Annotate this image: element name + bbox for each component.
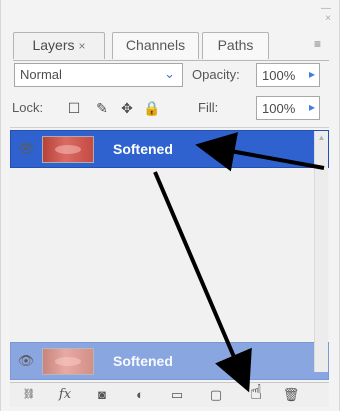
lock-fill-row: Lock: ☐ ✎ ✥ 🔒 Fill: 100% ▸ [10, 96, 329, 122]
layer-row-selected[interactable]: 👁 Softened [10, 130, 329, 168]
adjustment-layer-icon[interactable]: ◐ [131, 386, 149, 404]
blend-opacity-row: Normal ⌄ Opacity: 100% ▸ [10, 63, 329, 89]
panel-tabs: Layers × Channels Paths ≡ [13, 32, 329, 61]
tab-channels[interactable]: Channels [112, 32, 199, 59]
vertical-scrollbar[interactable]: ▲ [314, 131, 328, 372]
opacity-value: 100% [262, 68, 296, 83]
opacity-field[interactable]: 100% ▸ [256, 63, 320, 87]
link-layers-icon[interactable]: ⛓ [20, 386, 38, 404]
fill-stepper-icon[interactable]: ▸ [309, 100, 315, 114]
lock-position-icon[interactable]: ✥ [118, 99, 136, 117]
visibility-eye-icon: 👁 [17, 353, 35, 368]
close-icon[interactable]: × [305, 14, 331, 24]
layers-panel: — × Layers × Channels Paths ≡ Normal ⌄ Op… [0, 0, 340, 411]
fill-field[interactable]: 100% ▸ [256, 96, 320, 120]
folder-icon[interactable]: ▭ [168, 386, 186, 404]
blend-mode-select[interactable]: Normal ⌄ [14, 63, 183, 87]
hand-cursor-icon: ☝ [249, 381, 263, 404]
lock-icons: ☐ ✎ ✥ 🔒 [65, 97, 189, 119]
fill-label: Fill: [198, 100, 219, 115]
divider [10, 127, 329, 128]
tab-layers-label: Layers [32, 37, 75, 53]
chevron-down-icon[interactable]: ⌄ [164, 66, 175, 82]
layer-thumbnail [42, 136, 94, 163]
mask-icon[interactable]: ◙ [93, 386, 111, 404]
lock-label: Lock: [12, 100, 44, 115]
layers-footer-toolbar: ⛓ fx ◙ ◐ ▭ ▢ 🗑 [10, 382, 329, 407]
lock-transparent-pixels-icon[interactable]: ☐ [65, 99, 83, 117]
blend-mode-value: Normal [20, 67, 62, 82]
panel-menu-icon[interactable]: ≡ [306, 37, 329, 55]
visibility-eye-icon[interactable]: 👁 [17, 142, 35, 156]
layer-name: Softened [113, 353, 173, 369]
layer-thumbnail [42, 348, 94, 375]
dragged-layer-preview: 👁 Softened [10, 342, 329, 380]
trash-icon[interactable]: 🗑 [282, 386, 300, 404]
close-icon[interactable]: × [79, 34, 86, 59]
opacity-stepper-icon[interactable]: ▸ [309, 67, 315, 81]
tab-layers[interactable]: Layers × [13, 32, 105, 59]
lock-all-icon[interactable]: 🔒 [143, 99, 161, 117]
fill-value: 100% [262, 101, 296, 116]
window-controls[interactable]: — × [305, 4, 331, 24]
layer-name: Softened [113, 141, 173, 157]
layers-list: 👁 Softened 👁 Softened ▲ [10, 130, 329, 380]
tab-paths-label: Paths [217, 37, 254, 53]
tab-channels-label: Channels [125, 37, 186, 53]
fx-icon[interactable]: fx [56, 386, 74, 404]
tab-paths[interactable]: Paths [202, 32, 269, 59]
new-layer-icon[interactable]: ▢ [207, 386, 225, 404]
scroll-up-icon[interactable]: ▲ [317, 133, 326, 142]
lock-image-pixels-icon[interactable]: ✎ [93, 99, 111, 117]
opacity-label: Opacity: [192, 67, 240, 82]
